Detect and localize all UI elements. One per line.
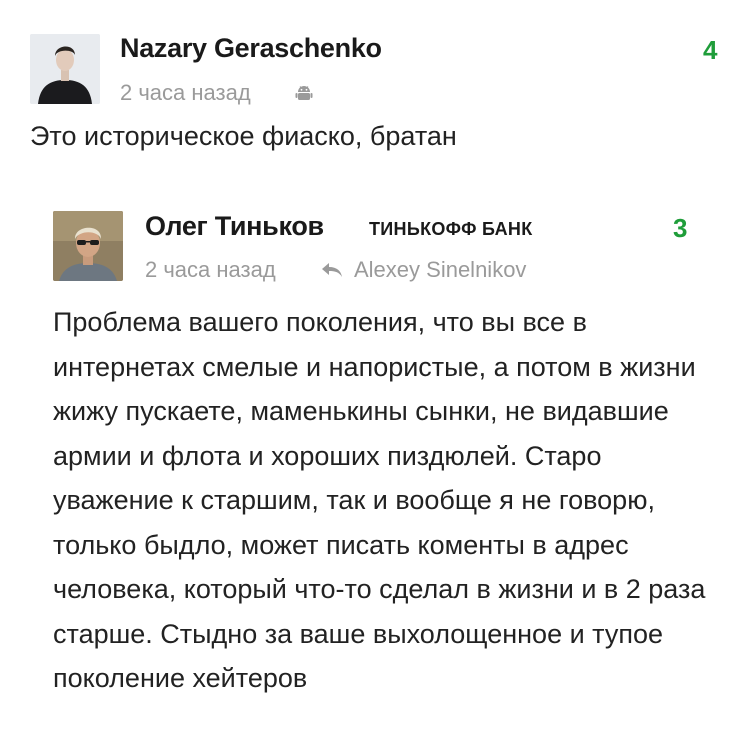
reply-to-link[interactable]: Alexey Sinelnikov	[320, 257, 526, 283]
reply-to-user: Alexey Sinelnikov	[354, 257, 527, 282]
avatar[interactable]	[53, 211, 123, 281]
author-company-badge: ТИНЬКОФФ БАНК	[369, 219, 533, 239]
reply-timestamp: 2 часа назад	[145, 257, 276, 282]
reply-text: Проблема вашего поколения, что вы все в …	[53, 307, 706, 693]
reply-arrow-icon	[322, 263, 342, 277]
reply-author[interactable]: Олег Тиньков	[145, 211, 324, 242]
reply-comment: Олег Тиньков ТИНЬКОФФ БАНК 3 2 часа наза…	[0, 0, 750, 748]
reply-score: 3	[673, 213, 688, 243]
user-avatar-image	[53, 211, 123, 281]
